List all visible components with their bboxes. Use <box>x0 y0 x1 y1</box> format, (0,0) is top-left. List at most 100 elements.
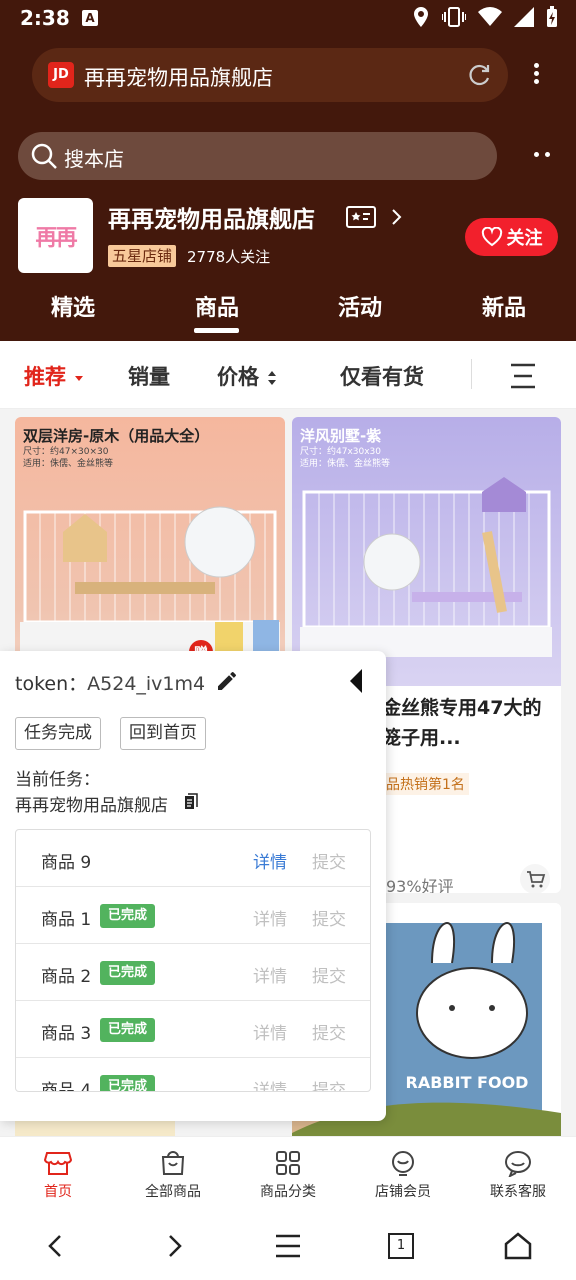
shop-tabs: 精选 商品 活动 新品 <box>0 286 576 341</box>
tabs-button[interactable]: 1 <box>388 1233 414 1259</box>
image-caption-size: 尺寸：约47×30×30 <box>23 447 109 457</box>
task-name: 商品 2 <box>41 967 92 987</box>
member-icon <box>392 1151 414 1176</box>
divider <box>471 359 472 389</box>
more-options-icon[interactable] <box>534 152 558 160</box>
detail-link[interactable]: 详情 <box>253 905 287 930</box>
image-caption-title: 洋风别墅-紫 <box>300 427 382 445</box>
nav-label: 首页 <box>44 1184 72 1200</box>
system-nav-bar: 1 <box>0 1214 576 1280</box>
jd-logo-icon: JD <box>48 62 74 88</box>
add-to-cart-button[interactable] <box>520 864 550 893</box>
submit-link[interactable]: 提交 <box>312 848 346 873</box>
task-name: 商品 1 <box>41 910 92 930</box>
task-name: 商品 9 <box>41 853 92 873</box>
task-panel: token：A524_iv1m4 任务完成 回到首页 当前任务： 再再宠物用品旗… <box>0 651 386 1121</box>
current-task-label: 当前任务： <box>15 770 100 790</box>
filter-price-label: 价格 <box>217 365 259 389</box>
status-icons <box>412 6 558 28</box>
wifi-icon <box>478 7 502 27</box>
search-placeholder: 搜本店 <box>64 147 124 171</box>
task-name: 商品 4 <box>41 1081 92 1092</box>
back-icon[interactable] <box>40 1230 72 1262</box>
tab-featured[interactable]: 精选 <box>28 290 118 322</box>
signal-icon <box>514 7 534 27</box>
bottom-nav: 首页 全部商品 商品分类 店铺会员 联系客服 <box>0 1136 576 1214</box>
detail-link[interactable]: 详情 <box>253 1076 287 1091</box>
filter-sales[interactable]: 销量 <box>128 361 170 391</box>
nav-home[interactable]: 首页 <box>8 1145 108 1201</box>
nav-all-products[interactable]: 全部商品 <box>123 1145 223 1201</box>
filter-price[interactable]: 价格 <box>217 361 278 391</box>
shop-logo[interactable]: 再再 <box>18 198 93 273</box>
nav-customer-service[interactable]: 联系客服 <box>468 1145 568 1201</box>
token-prefix: token： <box>15 673 88 695</box>
chevron-right-icon[interactable] <box>390 206 404 228</box>
sort-icon <box>268 371 277 385</box>
tab-activities[interactable]: 活动 <box>315 290 405 322</box>
tab-count: 1 <box>396 1238 406 1253</box>
active-tab-indicator <box>194 328 239 333</box>
home-icon[interactable] <box>502 1230 534 1262</box>
url-title: 再再宠物用品旗舰店 <box>84 66 273 90</box>
shop-license-icon[interactable] <box>346 206 376 228</box>
browser-menu-icon[interactable] <box>526 60 546 90</box>
list-view-icon[interactable] <box>508 363 538 389</box>
copy-icon[interactable] <box>182 793 200 813</box>
search-icon <box>31 143 57 169</box>
caret-down-icon <box>75 376 84 381</box>
bestseller-tag: 品热销第1名 <box>382 773 469 795</box>
heart-icon <box>481 227 502 247</box>
tab-products[interactable]: 商品 <box>172 290 262 322</box>
vibrate-icon <box>442 7 466 27</box>
task-row: 商品 3 已完成 详情 提交 <box>16 1001 370 1058</box>
url-bar[interactable]: JD 再再宠物用品旗舰店 <box>32 48 508 102</box>
image-caption-title: 双层洋房-原木（用品大全） <box>23 427 210 445</box>
collapse-panel-icon[interactable] <box>348 667 364 695</box>
shopping-bag-icon <box>161 1151 185 1175</box>
current-task-value: 再再宠物用品旗舰店 <box>15 796 168 816</box>
reload-icon[interactable] <box>466 62 492 88</box>
submit-link[interactable]: 提交 <box>312 905 346 930</box>
filter-recommend[interactable]: 推荐 <box>24 361 85 391</box>
follow-button[interactable]: 关注 <box>465 218 558 256</box>
detail-link[interactable]: 详情 <box>253 1019 287 1044</box>
hamster-cage-illustration: 赠 <box>20 506 280 664</box>
detail-link[interactable]: 详情 <box>253 848 287 873</box>
completed-badge: 已完成 <box>100 1018 156 1042</box>
detail-link[interactable]: 详情 <box>253 962 287 987</box>
back-home-button[interactable]: 回到首页 <box>120 717 206 750</box>
nav-categories[interactable]: 商品分类 <box>238 1145 338 1201</box>
forward-icon[interactable] <box>158 1230 190 1262</box>
task-row: 商品 1 已完成 详情 提交 <box>16 887 370 944</box>
cart-icon <box>527 871 546 888</box>
task-row: 商品 2 已完成 详情 提交 <box>16 944 370 1001</box>
tab-new[interactable]: 新品 <box>459 290 549 322</box>
submit-link[interactable]: 提交 <box>312 1076 346 1091</box>
task-row: 商品 4 已完成 详情 提交 <box>16 1058 370 1092</box>
store-search-input[interactable]: 搜本店 <box>18 132 497 180</box>
product-image: 洋风别墅-紫 尺寸：约47x30x30 适用：侏儒、金丝熊等 <box>292 417 561 686</box>
token-label: token：A524_iv1m4 <box>15 669 205 696</box>
filter-recommend-label: 推荐 <box>24 365 66 389</box>
submit-link[interactable]: 提交 <box>312 1019 346 1044</box>
submit-link[interactable]: 提交 <box>312 962 346 987</box>
shop-header: JD 再再宠物用品旗舰店 搜本店 再再 再再宠物用品旗舰店 五星店铺 2778人… <box>0 36 576 341</box>
nav-membership[interactable]: 店铺会员 <box>353 1145 453 1201</box>
menu-icon[interactable] <box>272 1230 304 1262</box>
shop-name[interactable]: 再再宠物用品旗舰店 <box>108 200 315 234</box>
completed-badge: 已完成 <box>100 1075 156 1091</box>
edit-icon[interactable] <box>215 669 239 693</box>
task-done-button[interactable]: 任务完成 <box>15 717 101 750</box>
filter-in-stock[interactable]: 仅看有货 <box>340 361 424 391</box>
image-caption-use: 适用：侏儒、金丝熊等 <box>300 459 391 469</box>
task-row: 商品 9 详情 提交 <box>16 830 370 887</box>
completed-badge: 已完成 <box>100 961 156 985</box>
token-value: A524_iv1m4 <box>87 673 206 695</box>
filter-bar: 推荐 销量 价格 仅看有货 <box>0 341 576 409</box>
nav-label: 联系客服 <box>490 1184 546 1200</box>
nav-label: 全部商品 <box>145 1184 201 1200</box>
chat-icon <box>505 1151 531 1177</box>
location-icon <box>414 7 428 27</box>
grid-icon <box>276 1151 300 1175</box>
